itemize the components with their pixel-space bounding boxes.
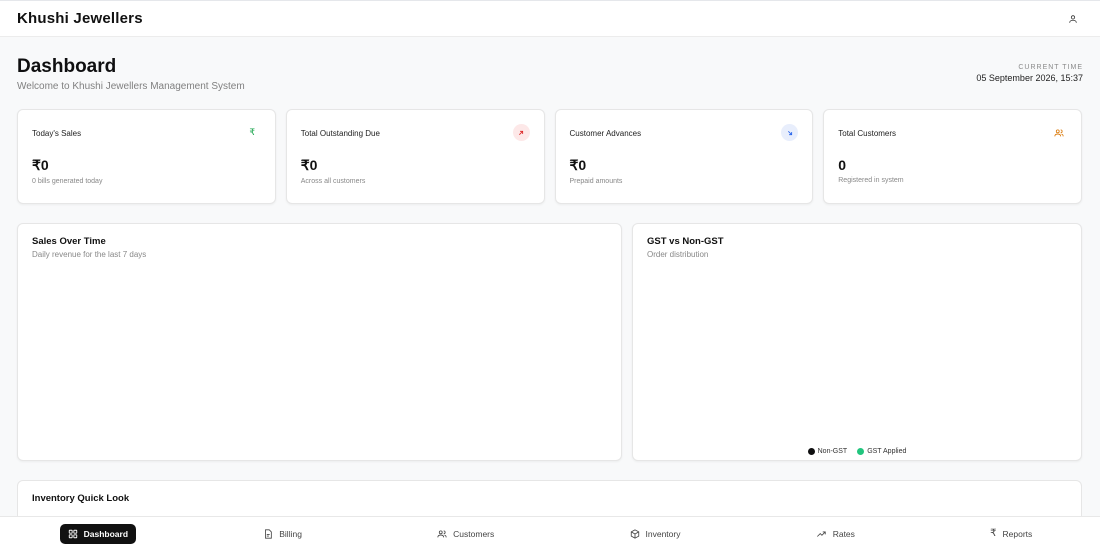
nav-dashboard[interactable]: Dashboard — [59, 523, 137, 544]
nav-label: Inventory — [645, 528, 681, 539]
nav-label: Reports — [1002, 528, 1033, 539]
box-icon — [630, 528, 639, 539]
stat-title: Today's Sales — [32, 129, 82, 138]
nav-reports[interactable]: ₹ Reports — [982, 523, 1040, 544]
stat-card-todays-sales: Today's Sales ₹ ₹0 0 bills generated tod… — [17, 109, 276, 204]
nav-customers[interactable]: Customers — [429, 524, 502, 544]
sales-over-time-panel: Sales Over Time Daily revenue for the la… — [17, 223, 622, 461]
stat-title: Total Customers — [838, 129, 897, 138]
stat-value: ₹0 — [300, 157, 318, 173]
current-time-value: 05 September 2026, 15:37 — [976, 73, 1083, 83]
nav-label: Billing — [279, 528, 302, 539]
nav-rates[interactable]: Rates — [808, 524, 863, 544]
user-menu-button[interactable] — [1063, 9, 1083, 29]
stats-row: Today's Sales ₹ ₹0 0 bills generated tod… — [17, 109, 1082, 204]
current-time-label: CURRENT TIME — [1018, 64, 1083, 71]
arrow-up-right-icon — [512, 124, 530, 141]
legend-label: Non-GST — [817, 448, 848, 455]
legend-swatch — [857, 448, 865, 455]
page-subtitle: Welcome to Khushi Jewellers Management S… — [17, 81, 245, 92]
stat-value: ₹0 — [569, 157, 587, 173]
panel-subtitle: Daily revenue for the last 7 days — [32, 250, 147, 259]
page-title: Dashboard — [17, 56, 117, 77]
bottom-nav: Dashboard Billing Customers Inventory Ra… — [0, 516, 1100, 550]
charts-row: Sales Over Time Daily revenue for the la… — [17, 223, 1082, 461]
nav-label: Customers — [453, 528, 495, 539]
brand-name: Khushi Jewellers — [17, 10, 143, 27]
nav-inventory[interactable]: Inventory — [622, 524, 689, 544]
stat-note: 0 bills generated today — [32, 178, 103, 185]
stat-note: Prepaid amounts — [569, 178, 623, 185]
arrow-down-right-icon — [781, 124, 799, 141]
nav-billing[interactable]: Billing — [255, 524, 310, 544]
panel-subtitle: Order distribution — [647, 250, 709, 259]
stat-value: ₹0 — [32, 157, 49, 173]
receipt-icon — [265, 528, 272, 539]
panel-title: Sales Over Time — [32, 236, 106, 247]
nav-label: Rates — [832, 528, 855, 539]
gst-vs-non-gst-panel: GST vs Non-GST Order distribution Non-GS… — [632, 223, 1082, 461]
user-icon — [1069, 14, 1077, 23]
stat-note: Registered in system — [838, 177, 904, 184]
dashboard-icon — [68, 529, 77, 538]
stat-note: Across all customers — [300, 178, 366, 185]
page-header: Dashboard Welcome to Khushi Jewellers Ma… — [17, 56, 1083, 92]
legend-label: GST Applied — [867, 448, 907, 455]
legend-item-gst-applied[interactable]: GST Applied — [857, 448, 906, 455]
nav-label: Dashboard — [83, 528, 129, 539]
rupee-icon: ₹ — [990, 528, 997, 539]
stat-card-total-customers: Total Customers 0 Registered in system — [823, 109, 1082, 204]
stat-card-customer-advances: Customer Advances ₹0 Prepaid amounts — [554, 109, 814, 204]
users-icon — [437, 529, 447, 537]
rupee-icon: ₹ — [249, 127, 256, 137]
trend-icon — [816, 531, 826, 537]
panel-title: Inventory Quick Look — [32, 493, 130, 504]
stat-title: Customer Advances — [569, 129, 642, 138]
users-icon — [1050, 124, 1067, 141]
stat-title: Total Outstanding Due — [300, 129, 380, 138]
panel-title: GST vs Non-GST — [647, 236, 724, 247]
legend-swatch — [807, 448, 815, 455]
stat-card-outstanding-due: Total Outstanding Due ₹0 Across all cust… — [285, 109, 545, 204]
stat-value: 0 — [838, 157, 847, 173]
chart-legend: Non-GST GST Applied — [633, 448, 1081, 455]
current-time: CURRENT TIME 05 September 2026, 15:37 — [976, 56, 1083, 92]
top-bar: Khushi Jewellers — [0, 0, 1100, 37]
legend-item-non-gst[interactable]: Non-GST — [807, 448, 848, 455]
